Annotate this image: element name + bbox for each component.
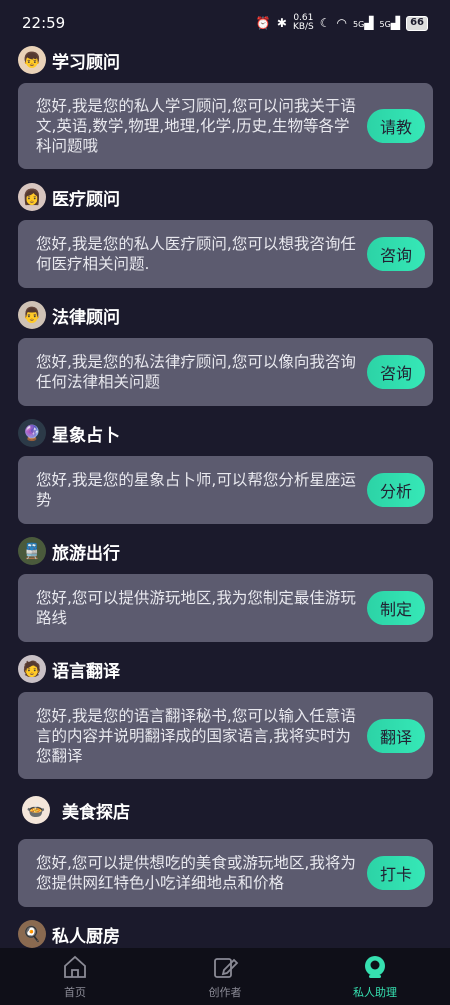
avatar-translate: 🧑 [18, 655, 46, 683]
section-title: 旅游出行 [52, 543, 120, 564]
card-study: 您好,我是您的私人学习顾问,您可以问我关于语文,英语,数学,物理,地理,化学,历… [18, 83, 433, 169]
card-food: 您好,您可以提供想吃的美食或游玩地区,我将为您提供网红特色小吃详细地点和价格 打… [18, 839, 433, 907]
section-title: 私人厨房 [52, 926, 120, 947]
moon-icon: ☾ [319, 16, 331, 30]
battery-icon: 66 [406, 15, 428, 31]
assistant-list[interactable]: 👦 学习顾问 您好,我是您的私人学习顾问,您可以问我关于语文,英语,数学,物理,… [0, 46, 450, 948]
tab-creator[interactable]: 创作者 [150, 953, 300, 1000]
card-text: 您好,我是您的语言翻译秘书,您可以输入任意语言的内容并说明翻译成的国家语言,我将… [36, 706, 356, 765]
card-astrology: 您好,我是您的星象占卜师,可以帮您分析星座运势 分析 [18, 456, 433, 524]
avatar-study: 👦 [18, 46, 46, 74]
translate-button[interactable]: 翻译 [367, 718, 425, 753]
signal-icon-a: 5G▟ [353, 16, 374, 30]
status-time: 22:59 [22, 14, 66, 32]
section-title: 法律顾问 [52, 307, 120, 328]
card-legal: 您好,我是您的私法律疗顾问,您可以像向我咨询任何法律相关问题 咨询 [18, 338, 433, 406]
section-header-travel: 🚆 旅游出行 [18, 534, 120, 568]
section-header-study: 👦 学习顾问 [18, 46, 120, 77]
checkin-button[interactable]: 打卡 [367, 856, 425, 890]
network-speed: 0.61 KB/S [292, 13, 314, 32]
card-text: 您好,我是您的私人学习顾问,您可以问我关于语文,英语,数学,物理,地理,化学,历… [36, 97, 356, 155]
bluetooth-icon: ✱ [276, 16, 287, 30]
signal-icon-b: 5G▟ [379, 16, 401, 30]
avatar-food: 🍲 [22, 796, 50, 824]
card-text: 您好,我是您的星象占卜师,可以帮您分析星座运势 [36, 471, 356, 509]
assistant-icon [365, 956, 385, 978]
section-header-kitchen: 🍳 私人厨房 [18, 917, 120, 948]
consult-button[interactable]: 咨询 [367, 237, 425, 271]
plan-button[interactable]: 制定 [367, 591, 425, 625]
wifi-icon: ◠ [336, 16, 348, 30]
section-title: 星象占卜 [52, 425, 120, 446]
tab-home[interactable]: 首页 [0, 953, 150, 1000]
tab-label: 私人助理 [353, 986, 397, 999]
section-title: 美食探店 [62, 802, 130, 823]
bottom-tab-bar: 首页 创作者 私人助理 [0, 948, 450, 1005]
status-icons: ⏰ ✱ 0.61 KB/S ☾ ◠ 5G▟ 5G▟ 66 [256, 14, 428, 32]
section-header-translate: 🧑 语言翻译 [18, 652, 120, 686]
section-title: 学习顾问 [52, 52, 120, 73]
card-travel: 您好,您可以提供游玩地区,我为您制定最佳游玩路线 制定 [18, 574, 433, 642]
section-header-medical: 👩 医疗顾问 [18, 180, 120, 214]
tab-label: 创作者 [208, 986, 242, 999]
ask-button[interactable]: 请教 [367, 109, 425, 143]
card-text: 您好,您可以提供游玩地区,我为您制定最佳游玩路线 [36, 589, 356, 627]
section-title: 语言翻译 [52, 661, 120, 682]
avatar-legal: 👨 [18, 301, 46, 329]
avatar-kitchen: 🍳 [18, 920, 46, 948]
alarm-icon: ⏰ [255, 16, 271, 30]
edit-icon [214, 958, 239, 978]
section-header-astrology: 🔮 星象占卜 [18, 416, 120, 450]
card-text: 您好,我是您的私人医疗顾问,您可以想我咨询任何医疗相关问题. [36, 235, 356, 273]
card-text: 您好,我是您的私法律疗顾问,您可以像向我咨询任何法律相关问题 [36, 353, 356, 391]
card-text: 您好,您可以提供想吃的美食或游玩地区,我将为您提供网红特色小吃详细地点和价格 [36, 854, 356, 892]
section-header-food: 🍲 美食探店 [22, 793, 130, 827]
section-header-legal: 👨 法律顾问 [18, 298, 120, 332]
tab-label: 首页 [64, 986, 86, 999]
status-bar: 22:59 ⏰ ✱ 0.61 KB/S ☾ ◠ 5G▟ 5G▟ 66 [0, 0, 450, 46]
avatar-travel: 🚆 [18, 537, 46, 565]
section-title: 医疗顾问 [52, 189, 120, 210]
tab-assistant[interactable]: 私人助理 [300, 953, 450, 1000]
avatar-astrology: 🔮 [18, 419, 46, 447]
card-translate: 您好,我是您的语言翻译秘书,您可以输入任意语言的内容并说明翻译成的国家语言,我将… [18, 692, 433, 779]
consult-button[interactable]: 咨询 [367, 355, 425, 389]
analyze-button[interactable]: 分析 [367, 473, 425, 507]
card-medical: 您好,我是您的私人医疗顾问,您可以想我咨询任何医疗相关问题. 咨询 [18, 220, 433, 288]
home-icon [64, 955, 86, 978]
avatar-medical: 👩 [18, 183, 46, 211]
